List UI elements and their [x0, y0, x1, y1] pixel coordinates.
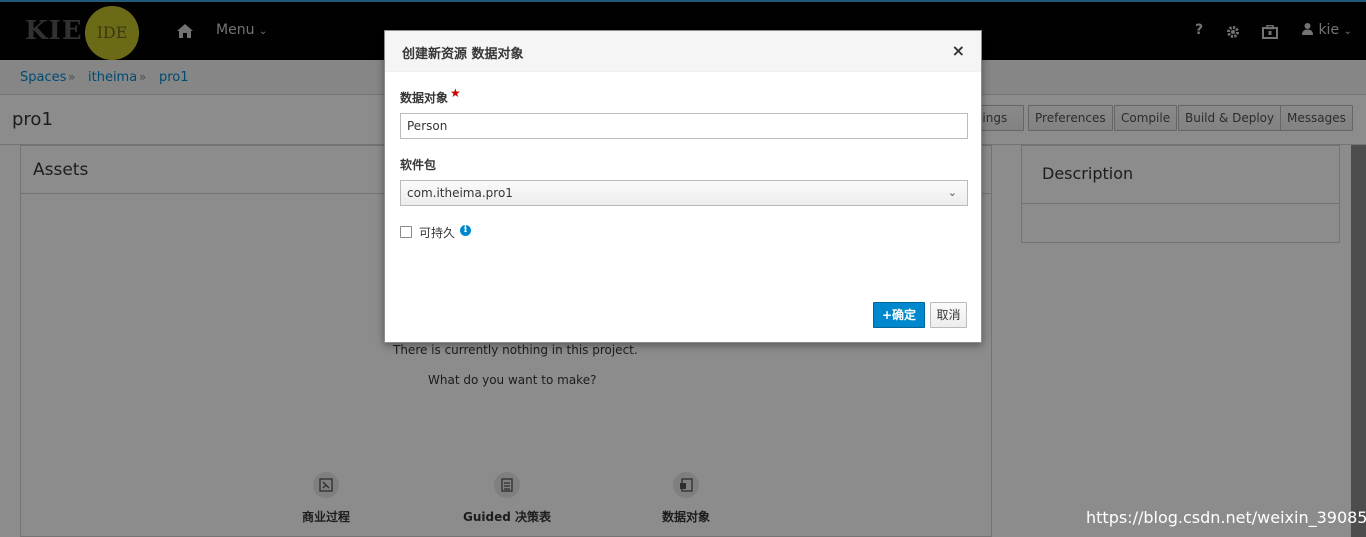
- new-data-object-dialog: 创建新资源 数据对象 × 数据对象★ 软件包 com.itheima.pro1 …: [384, 30, 982, 343]
- package-select[interactable]: com.itheima.pro1 ⌄: [400, 180, 968, 206]
- cancel-button[interactable]: 取消: [930, 302, 967, 328]
- data-object-name-input[interactable]: [400, 113, 968, 139]
- chevron-down-icon: ⌄: [947, 186, 957, 199]
- modal-header: 创建新资源 数据对象 ×: [385, 31, 981, 72]
- package-select-value: com.itheima.pro1: [407, 186, 513, 200]
- ok-button-label: 确定: [892, 308, 917, 322]
- ok-button[interactable]: +确定: [873, 302, 925, 328]
- info-icon[interactable]: i: [460, 225, 471, 236]
- plus-icon: +: [881, 308, 893, 322]
- required-star-icon: ★: [450, 86, 461, 100]
- close-icon[interactable]: ×: [952, 41, 965, 60]
- persistable-checkbox[interactable]: [400, 226, 412, 238]
- package-label: 软件包: [400, 158, 437, 172]
- data-object-label: 数据对象 ★: [400, 86, 461, 106]
- modal-title: 创建新资源 数据对象: [402, 47, 524, 62]
- data-object-label-text: 数据对象: [400, 91, 449, 105]
- watermark-text: https://blog.csdn.net/weixin_39085641: [1086, 508, 1366, 527]
- persistable-label: 可持久: [419, 226, 456, 240]
